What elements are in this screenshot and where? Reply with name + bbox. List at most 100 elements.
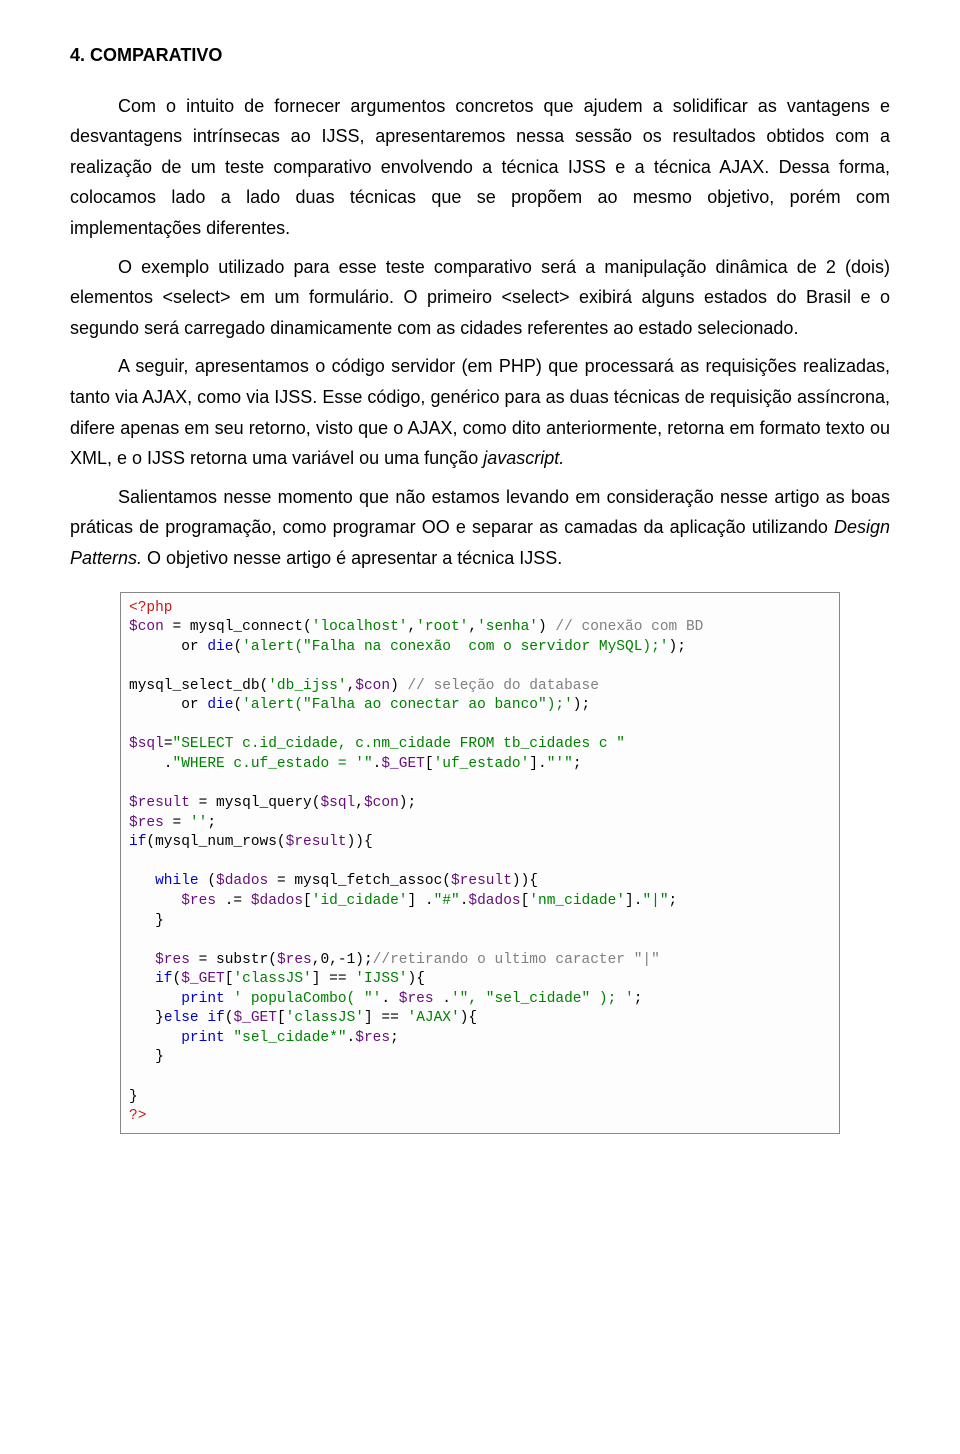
- code-token: mysql_select_db(: [129, 678, 268, 694]
- code-token: // seleção do database: [407, 678, 598, 694]
- code-token: 'localhost': [312, 619, 408, 635]
- code-token: ?>: [129, 1108, 146, 1124]
- code-token: ,: [355, 795, 364, 811]
- code-token: 'classJS': [286, 1010, 364, 1026]
- code-token: //retirando o ultimo caracter "|": [373, 952, 660, 968]
- code-token: ;: [634, 991, 643, 1007]
- code-token: $res: [129, 893, 216, 909]
- code-token: 'AJAX': [408, 1010, 460, 1026]
- code-token: ){: [460, 1010, 477, 1026]
- code-token: (: [233, 639, 242, 655]
- code-token: "WHERE c.uf_estado = '": [173, 756, 373, 772]
- code-token: $res: [129, 815, 164, 831]
- code-token: )){: [347, 834, 373, 850]
- paragraph-4b-text: O objetivo nesse artigo é apresentar a t…: [142, 548, 562, 568]
- paragraph-4a-text: Salientamos nesse momento que não estamo…: [70, 487, 890, 538]
- code-token: ] ==: [312, 971, 356, 987]
- code-token: ] ==: [364, 1010, 408, 1026]
- code-token: $res: [277, 952, 312, 968]
- code-token: 'classJS': [233, 971, 311, 987]
- code-token: }: [129, 1089, 138, 1105]
- section-heading: 4. COMPARATIVO: [70, 40, 890, 71]
- code-token: 'senha': [477, 619, 538, 635]
- paragraph-4: Salientamos nesse momento que não estamo…: [70, 482, 890, 574]
- code-token: ' populaCombo( "': [233, 991, 381, 1007]
- code-token: =: [164, 815, 190, 831]
- paragraph-2: O exemplo utilizado para esse teste comp…: [70, 252, 890, 344]
- code-token: 'alert("Falha ao conectar ao banco");': [242, 697, 573, 713]
- code-token: }: [129, 1010, 164, 1026]
- code-token: ;: [669, 893, 678, 909]
- code-token: or: [129, 697, 207, 713]
- code-token: 0: [320, 952, 329, 968]
- code-token: 'db_ijss': [268, 678, 346, 694]
- code-token: $res: [355, 1030, 390, 1046]
- code-token: $_GET: [181, 971, 225, 987]
- code-token: $dados: [251, 893, 303, 909]
- code-token: .: [434, 991, 451, 1007]
- code-token: 'uf_estado': [434, 756, 530, 772]
- code-token: or: [129, 639, 207, 655]
- code-token: $con: [129, 619, 164, 635]
- code-token: );: [399, 795, 416, 811]
- code-token: $sql: [320, 795, 355, 811]
- code-token: ,: [407, 619, 416, 635]
- code-token: '': [190, 815, 207, 831]
- code-token: "SELECT c.id_cidade, c.nm_cidade FROM tb…: [173, 736, 625, 752]
- code-token: [: [521, 893, 530, 909]
- code-token: "|": [642, 893, 668, 909]
- code-token: ,-: [329, 952, 346, 968]
- code-token: '", "sel_cidade" ); ': [451, 991, 634, 1007]
- code-token: 'id_cidade': [312, 893, 408, 909]
- code-token: die: [207, 639, 233, 655]
- code-token: )){: [512, 873, 538, 889]
- code-token: 'nm_cidade': [529, 893, 625, 909]
- code-token: ): [538, 619, 555, 635]
- code-token: 'IJSS': [355, 971, 407, 987]
- code-token: $con: [364, 795, 399, 811]
- code-token: (: [233, 697, 242, 713]
- code-token: ){: [408, 971, 425, 987]
- code-token: print: [129, 991, 233, 1007]
- paragraph-3-italic: javascript.: [483, 448, 564, 468]
- code-token: 1: [347, 952, 356, 968]
- paragraph-1: Com o intuito de fornecer argumentos con…: [70, 91, 890, 244]
- code-token: $con: [355, 678, 390, 694]
- code-token: "'": [547, 756, 573, 772]
- code-token: $res: [129, 952, 190, 968]
- code-token: (: [173, 971, 182, 987]
- paragraph-3-text: A seguir, apresentamos o código servidor…: [70, 356, 890, 468]
- code-token: ;: [207, 815, 216, 831]
- code-token: $res: [399, 991, 434, 1007]
- code-token: $dados: [468, 893, 520, 909]
- code-token: <?php: [129, 600, 173, 616]
- code-token: "sel_cidade*": [233, 1030, 346, 1046]
- code-token: if: [129, 834, 146, 850]
- code-token: print: [129, 1030, 233, 1046]
- code-token: $result: [129, 795, 190, 811]
- code-token: [: [303, 893, 312, 909]
- code-token: = substr(: [190, 952, 277, 968]
- code-token: (: [207, 873, 216, 889]
- code-token: .: [347, 1030, 356, 1046]
- code-token: .: [381, 991, 398, 1007]
- code-token: ;: [390, 1030, 399, 1046]
- code-token: "#": [434, 893, 460, 909]
- code-token: ,: [347, 678, 356, 694]
- code-token: $_GET: [233, 1010, 277, 1026]
- code-token: .=: [216, 893, 251, 909]
- code-token: [: [425, 756, 434, 772]
- code-token: }: [129, 913, 164, 929]
- php-code-block: <?php $con = mysql_connect('localhost','…: [120, 592, 840, 1134]
- code-token: ].: [625, 893, 642, 909]
- code-token: );: [573, 697, 590, 713]
- code-token: =: [164, 736, 173, 752]
- code-token: 'root': [416, 619, 468, 635]
- code-token: );: [669, 639, 686, 655]
- code-token: else if: [164, 1010, 225, 1026]
- code-token: 'alert("Falha na conexão com o servidor …: [242, 639, 668, 655]
- code-token: while: [129, 873, 207, 889]
- paragraph-3: A seguir, apresentamos o código servidor…: [70, 351, 890, 473]
- code-token: );: [355, 952, 372, 968]
- code-token: die: [207, 697, 233, 713]
